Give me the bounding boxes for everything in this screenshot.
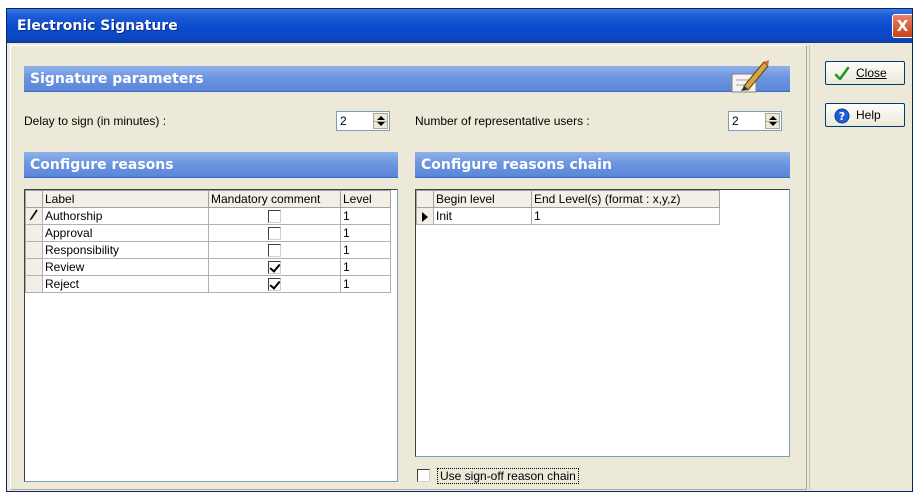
reason-label[interactable]: Authorship <box>42 207 209 225</box>
reason-label[interactable]: Review <box>42 258 209 276</box>
row-indicator-header <box>416 190 434 208</box>
close-label: Close <box>856 66 887 80</box>
window-close-button[interactable]: X <box>892 14 912 38</box>
mandatory-cell[interactable] <box>208 224 341 242</box>
end-levels-cell[interactable]: 1 <box>531 207 720 225</box>
table-row[interactable]: Authorship 1 <box>25 207 391 225</box>
use-signoff-checkbox-box[interactable] <box>417 469 430 482</box>
electronic-signature-window: Electronic Signature X Signature paramet… <box>6 8 913 492</box>
row-pointer-icon <box>422 211 428 222</box>
section-title: Configure reasons chain <box>421 157 612 173</box>
column-header-end-levels[interactable]: End Level(s) (format : x,y,z) <box>531 190 720 208</box>
help-question-icon: ? <box>834 108 850 124</box>
mandatory-cell[interactable] <box>208 207 341 225</box>
help-label: Help <box>856 108 881 122</box>
row-indicator <box>25 241 43 259</box>
button-panel: Close ? Help <box>809 45 911 490</box>
column-header-mandatory[interactable]: Mandatory comment <box>208 190 341 208</box>
row-indicator <box>25 224 43 242</box>
spin-down-icon[interactable] <box>769 122 777 126</box>
column-header-label[interactable]: Label <box>42 190 209 208</box>
section-title: Configure reasons <box>30 157 174 173</box>
delay-spinner[interactable]: 2 <box>336 111 390 131</box>
section-title: Signature parameters <box>30 71 204 87</box>
users-value: 2 <box>732 114 739 128</box>
table-row[interactable]: Review 1 <box>25 258 391 276</box>
reasons-header-row: Label Mandatory comment Level <box>25 190 391 208</box>
title-bar[interactable]: Electronic Signature X <box>7 9 912 43</box>
column-header-level[interactable]: Level <box>340 190 391 208</box>
help-button[interactable]: ? Help <box>825 103 905 127</box>
delay-spin-buttons[interactable] <box>373 113 388 129</box>
mandatory-cell[interactable] <box>208 275 341 293</box>
spin-up-icon[interactable] <box>769 116 777 120</box>
use-signoff-checkbox[interactable]: Use sign-off reason chain <box>417 468 677 486</box>
users-spinner[interactable]: 2 <box>728 111 782 131</box>
window-title: Electronic Signature <box>17 18 178 34</box>
pencil-edit-icon <box>29 209 38 220</box>
row-indicator-header <box>25 190 43 208</box>
pen-signature-icon <box>731 60 769 93</box>
table-row[interactable]: Responsibility 1 <box>25 241 391 259</box>
signature-parameters-header: Signature parameters <box>24 60 790 93</box>
reason-label[interactable]: Responsibility <box>42 241 209 259</box>
reason-level[interactable]: 1 <box>340 224 391 242</box>
table-row[interactable]: Approval 1 <box>25 224 391 242</box>
row-indicator <box>25 275 43 293</box>
mandatory-checkbox[interactable] <box>268 278 281 292</box>
users-label: Number of representative users : <box>415 114 590 128</box>
reasons-chain-table: Begin level End Level(s) (format : x,y,z… <box>416 190 720 225</box>
reasons-table: Label Mandatory comment Level Authorship… <box>25 190 391 293</box>
spin-up-icon[interactable] <box>377 116 385 120</box>
reasons-grid[interactable]: Label Mandatory comment Level Authorship… <box>24 189 398 482</box>
green-check-icon <box>834 66 850 81</box>
reason-level[interactable]: 1 <box>340 275 391 293</box>
mandatory-cell[interactable] <box>208 241 341 259</box>
begin-level-cell[interactable]: Init <box>433 207 532 225</box>
delay-label: Delay to sign (in minutes) : <box>24 114 167 128</box>
reason-label[interactable]: Reject <box>42 275 209 293</box>
use-signoff-label[interactable]: Use sign-off reason chain <box>437 468 579 484</box>
delay-value: 2 <box>340 114 347 128</box>
mandatory-checkbox[interactable] <box>268 210 281 224</box>
table-row[interactable]: Init 1 <box>416 207 720 225</box>
row-indicator <box>25 207 43 225</box>
configure-reasons-header: Configure reasons <box>24 152 398 178</box>
column-header-begin-level[interactable]: Begin level <box>433 190 532 208</box>
close-button[interactable]: Close <box>825 61 905 85</box>
table-row[interactable]: Reject 1 <box>25 275 391 293</box>
main-panel: Signature parameters Delay to sign (in m… <box>10 45 807 490</box>
users-spin-buttons[interactable] <box>765 113 780 129</box>
mandatory-checkbox[interactable] <box>268 244 281 258</box>
mandatory-checkbox[interactable] <box>268 261 281 275</box>
configure-reasons-chain-header: Configure reasons chain <box>415 152 790 178</box>
reason-level[interactable]: 1 <box>340 258 391 276</box>
mandatory-checkbox[interactable] <box>268 227 281 241</box>
mandatory-cell[interactable] <box>208 258 341 276</box>
reasons-chain-grid[interactable]: Begin level End Level(s) (format : x,y,z… <box>415 189 790 457</box>
reason-level[interactable]: 1 <box>340 241 391 259</box>
row-indicator <box>416 207 434 225</box>
row-indicator <box>25 258 43 276</box>
chain-header-row: Begin level End Level(s) (format : x,y,z… <box>416 190 720 208</box>
reason-label[interactable]: Approval <box>42 224 209 242</box>
svg-text:?: ? <box>839 110 845 123</box>
spin-down-icon[interactable] <box>377 122 385 126</box>
reason-level[interactable]: 1 <box>340 207 391 225</box>
